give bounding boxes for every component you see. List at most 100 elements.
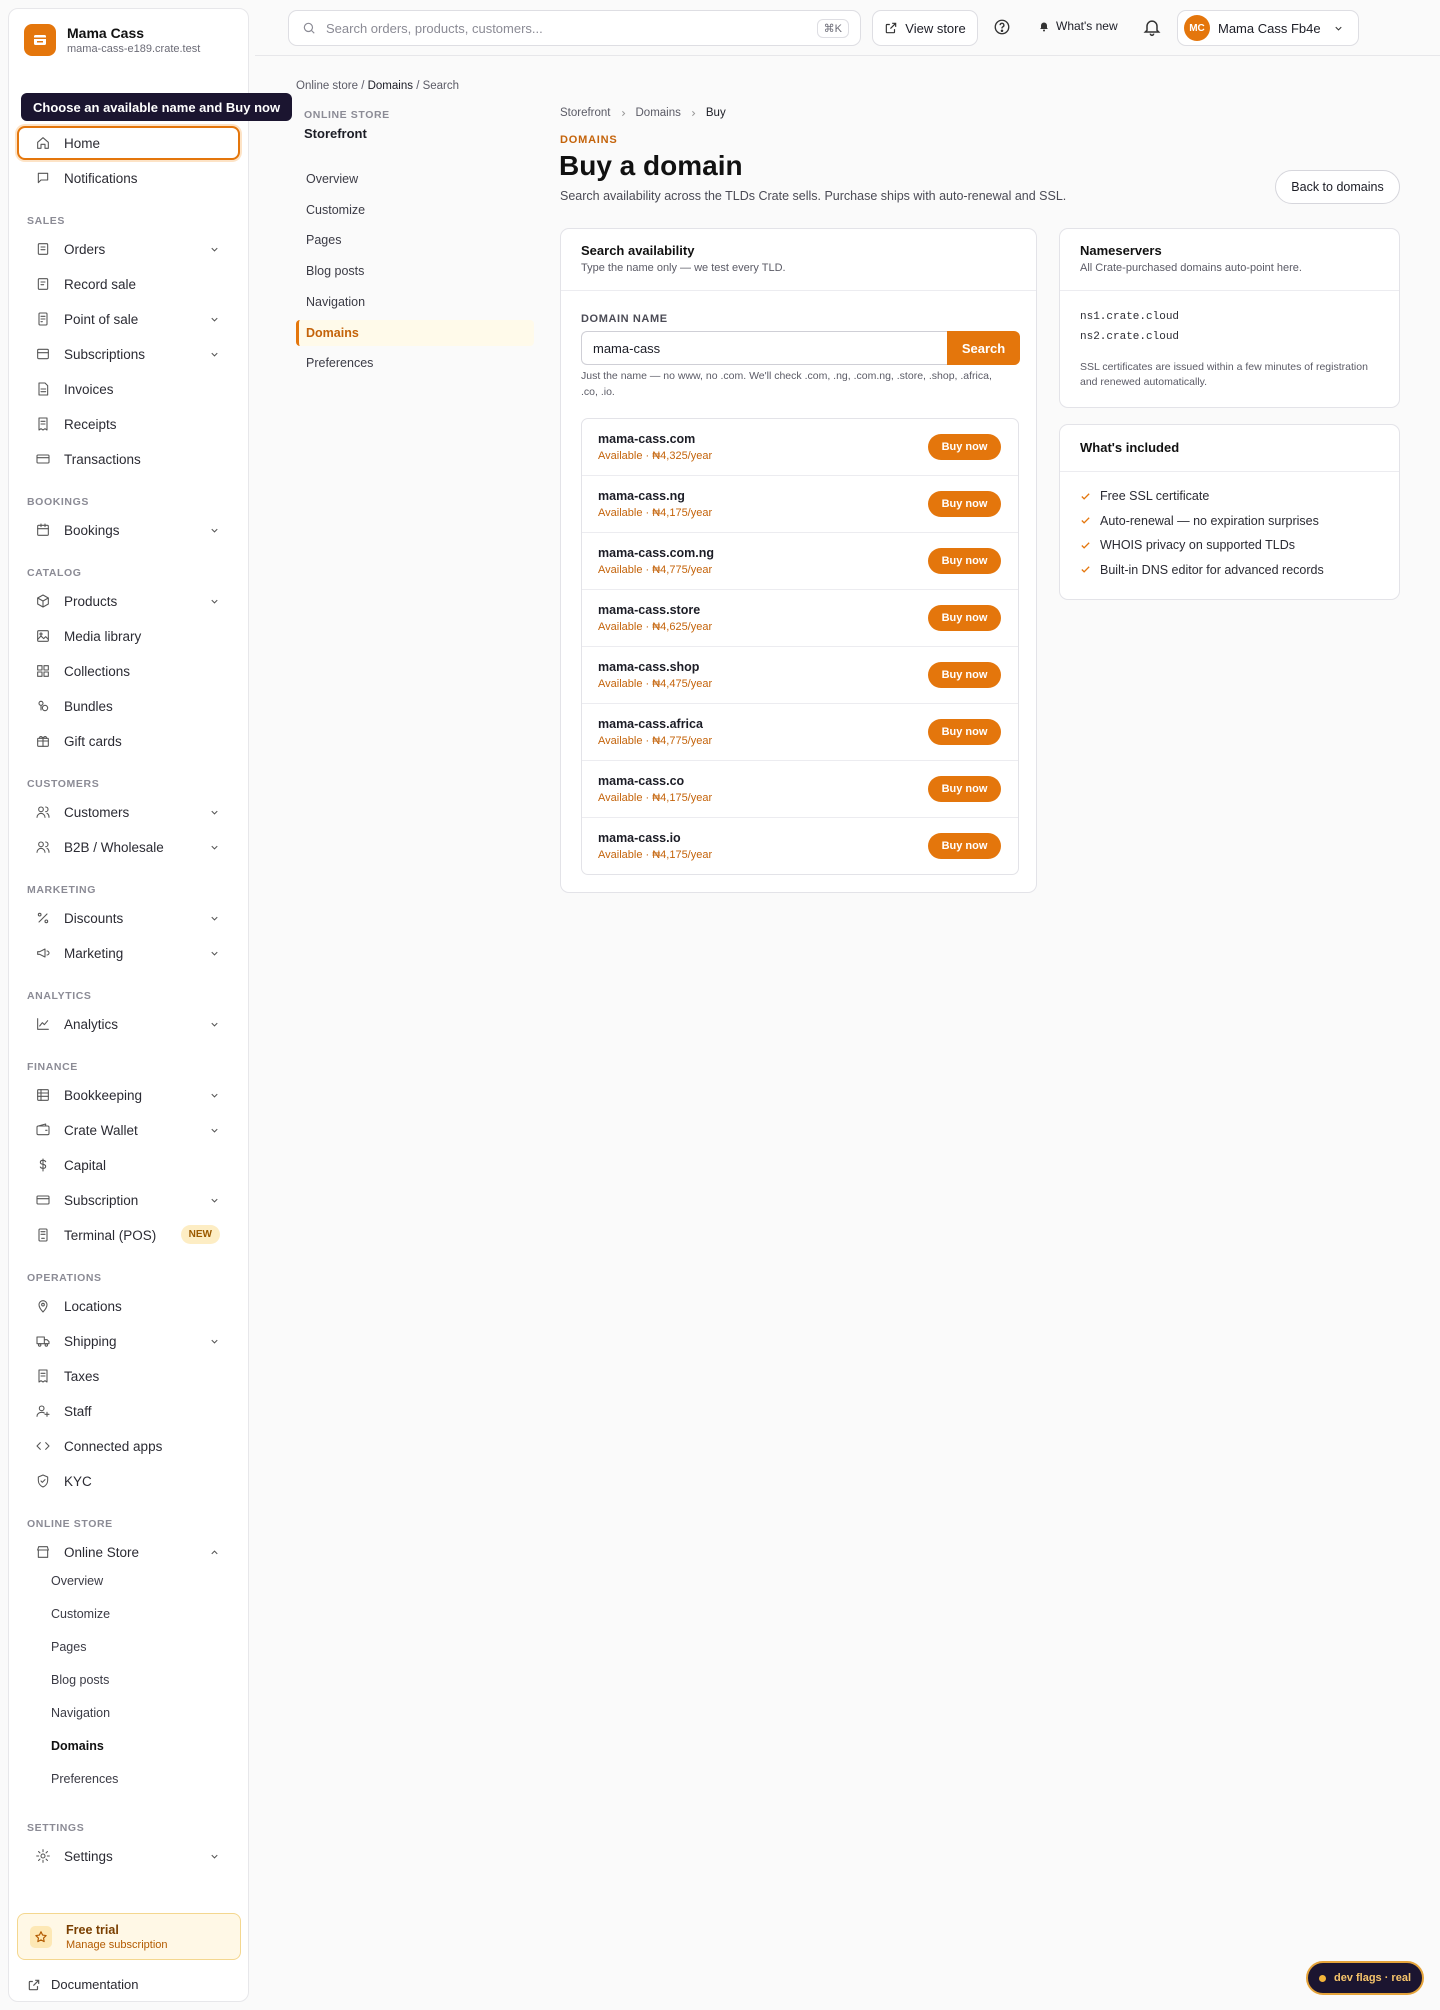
sidebar-item-label: Locations xyxy=(64,1298,122,1314)
chevron-down-icon xyxy=(209,842,220,853)
store-logo-icon xyxy=(24,24,56,56)
sidebar-item-analytics[interactable]: Analytics xyxy=(17,1007,240,1041)
sidebar-item-label: Capital xyxy=(64,1157,107,1173)
domain-name: mama-cass.store xyxy=(598,603,701,617)
buy-now-button[interactable]: Buy now xyxy=(928,605,1001,631)
crumb-storefront[interactable]: Storefront xyxy=(560,107,611,119)
sidebar-subitem-overview[interactable]: Overview xyxy=(51,1574,103,1588)
buy-now-button[interactable]: Buy now xyxy=(928,776,1001,802)
documentation-link[interactable]: Documentation xyxy=(27,1977,138,1992)
sidebar-item-terminal-pos[interactable]: Terminal (POS) NEW xyxy=(17,1218,240,1252)
subnav-title: Storefront xyxy=(304,126,367,141)
sidebar-item-media-library[interactable]: Media library xyxy=(17,619,240,653)
subnav-item-pages[interactable]: Pages xyxy=(296,227,534,253)
sidebar-subitem-preferences[interactable]: Preferences xyxy=(51,1772,118,1786)
sidebar-item-customers[interactable]: Customers xyxy=(17,795,240,829)
manage-subscription-link[interactable]: Manage subscription xyxy=(66,1939,168,1951)
sidebar-item-online-store[interactable]: Online Store xyxy=(17,1535,240,1569)
search-button[interactable]: Search xyxy=(947,331,1020,365)
notifications-bell-icon[interactable] xyxy=(1142,17,1162,37)
whats-new-button[interactable]: What's new xyxy=(1038,19,1118,33)
store-url: mama-cass-e189.crate.test xyxy=(67,43,201,55)
sidebar-item-b2b-wholesale[interactable]: B2B / Wholesale xyxy=(17,830,240,864)
domain-name: mama-cass.co xyxy=(598,774,685,788)
sidebar-item-transactions[interactable]: Transactions xyxy=(17,442,240,476)
status-dot-icon xyxy=(1318,1974,1326,1982)
card-icon xyxy=(35,451,51,467)
sidebar-item-label: Invoices xyxy=(64,381,114,397)
sidebar-subitem-domains[interactable]: Domains xyxy=(51,1739,104,1753)
buy-now-button[interactable]: Buy now xyxy=(928,833,1001,859)
sidebar-item-record-sale[interactable]: Record sale xyxy=(17,267,240,301)
buy-now-button[interactable]: Buy now xyxy=(928,662,1001,688)
buy-now-button[interactable]: Buy now xyxy=(928,548,1001,574)
subnav-item-preferences[interactable]: Preferences xyxy=(296,350,534,376)
topbar: Search orders, products, customers... ⌘K… xyxy=(255,0,1440,56)
buy-now-button[interactable]: Buy now xyxy=(928,719,1001,745)
sidebar-item-crate-wallet[interactable]: Crate Wallet xyxy=(17,1113,240,1147)
sidebar-item-marketing[interactable]: Marketing xyxy=(17,936,240,970)
domain-result-row: mama-cass.africa Available · ₦4,775/year B… xyxy=(582,704,1018,761)
sidebar-item-locations[interactable]: Locations xyxy=(17,1289,240,1323)
domain-name: mama-cass.africa xyxy=(598,717,703,731)
sidebar-item-products[interactable]: Products xyxy=(17,584,240,618)
sidebar-subitem-navigation[interactable]: Navigation xyxy=(51,1706,110,1720)
help-icon[interactable] xyxy=(993,18,1011,36)
subnav-item-overview[interactable]: Overview xyxy=(296,166,534,192)
sidebar-item-label: Subscriptions xyxy=(64,346,146,362)
sidebar-item-discounts[interactable]: Discounts xyxy=(17,901,240,935)
free-trial-card[interactable]: Free trial Manage subscription xyxy=(17,1913,241,1960)
sidebar-section-operations: OPERATIONS xyxy=(27,1272,102,1284)
subnav-item-customize[interactable]: Customize xyxy=(296,197,534,223)
domain-name-input[interactable]: mama-cass xyxy=(581,331,947,365)
sidebar-item-collections[interactable]: Collections xyxy=(17,654,240,688)
dev-flags-label: dev flags · real xyxy=(1333,1972,1412,1984)
users-icon xyxy=(35,804,51,820)
sidebar-item-connected-apps[interactable]: Connected apps xyxy=(17,1429,240,1463)
subnav-item-domains[interactable]: Domains xyxy=(296,319,534,346)
buy-now-button[interactable]: Buy now xyxy=(928,434,1001,460)
sidebar-item-subscription[interactable]: Subscription xyxy=(17,1183,240,1217)
chat-bubble-icon xyxy=(35,170,51,186)
sidebar-item-label: Terminal (POS) xyxy=(64,1227,157,1243)
view-store-button[interactable]: View store xyxy=(872,10,978,46)
sidebar-item-bookkeeping[interactable]: Bookkeeping xyxy=(17,1078,240,1112)
sidebar-subitem-blog-posts[interactable]: Blog posts xyxy=(51,1673,109,1687)
sidebar-item-taxes[interactable]: Taxes xyxy=(17,1359,240,1393)
sidebar-item-settings[interactable]: Settings xyxy=(17,1839,240,1873)
search-availability-card: Search availability Type the name only —… xyxy=(560,228,1037,893)
global-search-input[interactable]: Search orders, products, customers... ⌘K xyxy=(288,10,861,46)
sidebar-item-point-of-sale[interactable]: Point of sale xyxy=(17,302,240,336)
brand[interactable]: Mama Cass mama-cass-e189.crate.test xyxy=(24,24,200,56)
dev-flags-pill[interactable]: dev flags · real xyxy=(1306,1961,1424,1995)
account-menu[interactable]: MC Mama Cass Fb4e xyxy=(1177,10,1359,46)
breadcrumb-online-store[interactable]: Online store xyxy=(296,80,358,92)
sidebar-item-bookings[interactable]: Bookings xyxy=(17,513,240,547)
crumb-domains[interactable]: Domains xyxy=(636,107,681,119)
ssl-note: SSL certificates are issued within a few… xyxy=(1080,361,1368,388)
sidebar-item-label: Media library xyxy=(64,628,142,644)
sidebar-item-invoices[interactable]: Invoices xyxy=(17,372,240,406)
box-icon xyxy=(35,593,51,609)
sidebar-item-gift-cards[interactable]: Gift cards xyxy=(17,724,240,758)
domain-availability: Available · ₦4,475/year xyxy=(598,678,713,690)
sidebar-item-orders[interactable]: Orders xyxy=(17,232,240,266)
back-to-domains-button[interactable]: Back to domains xyxy=(1275,170,1400,204)
sidebar-item-label: Online Store xyxy=(64,1544,140,1560)
sidebar-subitem-customize[interactable]: Customize xyxy=(51,1607,110,1621)
sidebar-item-receipts[interactable]: Receipts xyxy=(17,407,240,441)
sidebar-item-home[interactable]: Home xyxy=(17,126,240,160)
sidebar-item-notifications[interactable]: Notifications xyxy=(17,161,240,195)
breadcrumb-domains[interactable]: Domains xyxy=(368,80,413,92)
subnav-item-navigation[interactable]: Navigation xyxy=(296,289,534,315)
sidebar-item-bundles[interactable]: Bundles xyxy=(17,689,240,723)
buy-now-button[interactable]: Buy now xyxy=(928,491,1001,517)
subnav-item-blog-posts[interactable]: Blog posts xyxy=(296,258,534,284)
sidebar-subitem-pages[interactable]: Pages xyxy=(51,1640,86,1654)
sidebar-item-shipping[interactable]: Shipping xyxy=(17,1324,240,1358)
sidebar-item-subscriptions[interactable]: Subscriptions xyxy=(17,337,240,371)
sidebar-item-capital[interactable]: Capital xyxy=(17,1148,240,1182)
shield-check-icon xyxy=(35,1473,51,1489)
sidebar-item-staff[interactable]: Staff xyxy=(17,1394,240,1428)
sidebar-item-kyc[interactable]: KYC xyxy=(17,1464,240,1498)
